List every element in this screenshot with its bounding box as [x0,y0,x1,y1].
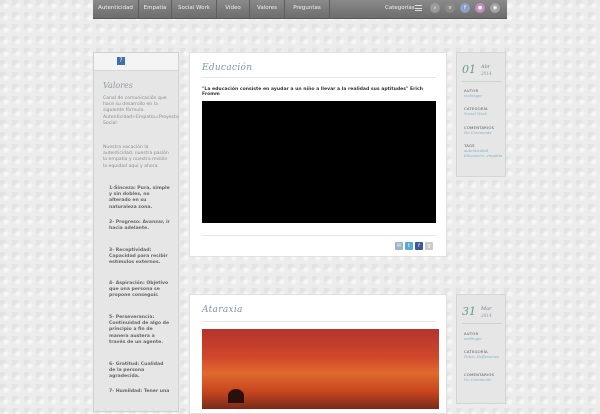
nav-item-social-work[interactable]: Social Work [172,0,217,18]
post-month: Mar [481,306,492,312]
sidebar-value-7: 7- Humildad: Tener una [109,389,170,394]
sidebar-mission: Nuestra vocación la autenticidad, nuestr… [103,145,169,169]
sidebar-value-5: 5- Perseverancia: Continuidad de algo de… [109,315,170,345]
post-meta-educacion: 01 Abr 2014 AUTOR webinger CATEGORÍA Soc… [456,52,506,177]
video-player[interactable] [202,101,436,223]
sidebar: ? Valores Canal de comunicación que hace… [93,52,179,412]
post-year: 2014 [481,313,492,318]
post-year: 2014 [481,71,492,76]
post-meta-ataraxia: 31 Mar 2014 AUTOR webinger CATEGORÍA Fot… [456,294,506,404]
nav-item-autenticidad[interactable]: Autenticidad [93,0,139,18]
google-plus-share-icon[interactable]: g [425,242,433,250]
sidebar-widget-header: ? [94,53,178,71]
email-share-icon[interactable]: ✉ [395,242,403,250]
nav-item-empatia[interactable]: Empatía [139,0,172,18]
category-link[interactable]: Social Work [464,111,504,116]
sidebar-value-1: 1-Sinceza: Pura, simple y sin dobles, no… [109,186,170,210]
tags-links[interactable]: autenticidad, Educación, empatía [464,148,504,158]
nav-item-valores[interactable]: Valores [250,0,285,18]
sidebar-value-3: 3- Receptividad: Capacidad para recibir … [109,248,168,266]
silhouette [228,389,244,403]
nav-item-video[interactable]: Vídeo [217,0,250,18]
divider [202,235,436,236]
post-day: 31 [462,305,476,318]
author-link[interactable]: webinger [464,336,504,341]
post-educacion: Educación "La educación consiste en ayud… [189,52,447,257]
rss-icon[interactable]: ◉ [490,3,500,13]
vimeo-icon[interactable]: v [445,3,455,13]
top-navigation: Autenticidad Empatía Social Work Vídeo V… [93,0,507,19]
divider [202,77,436,78]
post-ataraxia: Ataraxia [189,294,447,414]
comments-link[interactable]: No Comments [464,377,504,382]
sidebar-intro: Canal de comunicación que hace su desarr… [103,96,179,126]
categories-dropdown[interactable]: Categorías [385,0,415,18]
comments-link[interactable]: No Comments [464,130,504,135]
search-icon[interactable]: ⌕ [430,3,440,13]
post-month: Abr [481,64,491,70]
twitter-share-icon[interactable]: t [405,242,413,250]
nav-item-preguntas[interactable]: Preguntas [285,0,330,18]
divider [202,321,436,322]
sidebar-title: Valores [103,81,133,90]
flickr-icon[interactable]: ● [475,3,485,13]
sidebar-value-2: 2- Progreso: Avanzar, ir hacia adelante. [109,220,170,232]
sidebar-value-4: 4- Aspiración: Objetivo que una persona … [109,281,169,299]
divider [462,81,502,82]
menu-icon[interactable] [415,5,422,11]
post-quote: "La educación consiste en ayudar a un ni… [202,87,423,97]
post-day: 01 [462,63,476,76]
post-title[interactable]: Educación [202,63,252,73]
category-link[interactable]: Fotos, Reflexiones [464,354,504,359]
sunset-photo[interactable] [202,329,439,409]
divider [462,323,502,324]
sidebar-value-6: 6- Gratitud: Cualidad de la persona agra… [109,362,164,380]
facebook-icon[interactable]: f [460,3,470,13]
author-link[interactable]: webinger [464,93,504,98]
post-title[interactable]: Ataraxia [202,305,243,315]
help-icon[interactable]: ? [117,57,125,65]
facebook-share-icon[interactable]: f [415,242,423,250]
